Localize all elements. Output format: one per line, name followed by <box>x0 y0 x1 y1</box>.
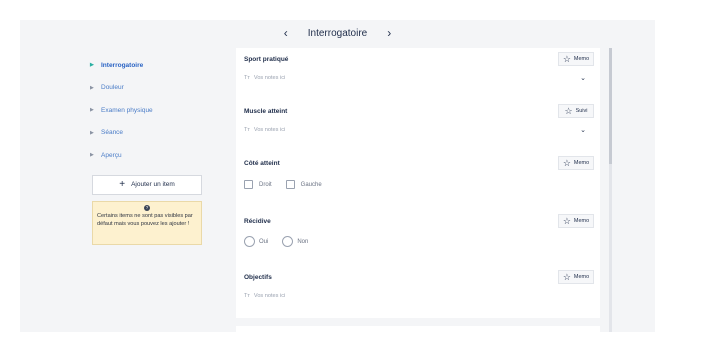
sidebar-item-label: Séance <box>101 129 124 137</box>
notes-input[interactable]: Tт Vos notes ici <box>244 293 285 299</box>
suivi-button[interactable]: ☆ Suivi <box>558 104 594 118</box>
sidebar-item-label: Douleur <box>101 84 124 92</box>
sidebar-item-seance[interactable]: ▶ Séance <box>90 122 205 145</box>
sidebar-item-label: Examen physique <box>101 106 153 114</box>
chevron-right-icon: ▶ <box>90 62 94 69</box>
sidebar-item-apercu[interactable]: ▶ Aperçu <box>90 144 205 167</box>
star-icon: ☆ <box>562 53 571 64</box>
section-heading: Muscle atteint <box>244 108 288 115</box>
checkbox-group: Droit Gauche <box>244 180 336 189</box>
chevron-right-icon[interactable]: › <box>379 26 399 40</box>
section-navigator: ‹ Interrogatoire › <box>20 20 655 46</box>
notes-input[interactable]: Tт Vos notes ici <box>244 75 285 81</box>
chevron-right-icon: ▶ <box>90 129 94 136</box>
section-heading: Côté atteint <box>244 160 280 167</box>
radio-oui[interactable] <box>244 236 255 247</box>
notes-input[interactable]: Tт Vos notes ici <box>244 127 285 133</box>
sidebar-item-label: Aperçu <box>101 151 122 159</box>
radio-label: Non <box>297 238 309 245</box>
star-icon: ☆ <box>562 157 571 168</box>
radio-group: Oui Non <box>244 236 322 247</box>
scrollbar-thumb[interactable] <box>609 48 612 164</box>
text-format-icon: Tт <box>244 75 250 81</box>
star-icon: ☆ <box>564 105 573 116</box>
checkbox-label: Droit <box>259 181 272 188</box>
text-format-icon: Tт <box>244 293 250 299</box>
chevron-down-icon[interactable]: ⌄ <box>580 126 586 134</box>
chevron-left-icon[interactable]: ‹ <box>276 26 296 40</box>
section-recidive: Récidive ☆ Memo Oui Non <box>244 214 594 247</box>
text-format-icon: Tт <box>244 127 250 133</box>
section-muscle-atteint: Muscle atteint ☆ Suivi Tт Vos notes ici … <box>244 104 594 134</box>
section-heading: Récidive <box>244 218 271 225</box>
sidebar: ▶ Interrogatoire ▶ Douleur ▶ Examen phys… <box>90 54 205 245</box>
notes-placeholder: Vos notes ici <box>253 293 286 299</box>
sidebar-item-label: Interrogatoire <box>101 61 144 69</box>
chevron-right-icon: ▶ <box>90 84 94 91</box>
radio-non[interactable] <box>282 236 294 247</box>
memo-button[interactable]: ☆ Memo <box>558 214 594 228</box>
chevron-down-icon[interactable]: ⌄ <box>580 74 586 82</box>
scrollbar[interactable] <box>609 48 612 332</box>
checkbox-label: Gauche <box>300 181 322 188</box>
next-card-edge <box>236 326 600 332</box>
chevron-right-icon: ▶ <box>90 107 94 114</box>
info-note-text: Certains items ne sont pas visibles par … <box>97 212 193 227</box>
sidebar-item-examen-physique[interactable]: ▶ Examen physique <box>90 99 205 122</box>
form-panel: Sport pratiqué ☆ Memo Tт Vos notes ici ⌄… <box>236 48 600 318</box>
section-sport-pratique: Sport pratiqué ☆ Memo Tт Vos notes ici ⌄ <box>244 52 594 82</box>
memo-button[interactable]: ☆ Memo <box>558 156 594 170</box>
sidebar-item-douleur[interactable]: ▶ Douleur <box>90 77 205 100</box>
info-note: ? Certains items ne sont pas visibles pa… <box>92 200 202 245</box>
radio-label: Oui <box>259 238 269 245</box>
checkbox-gauche[interactable] <box>285 180 295 189</box>
notes-placeholder: Vos notes ici <box>253 127 286 133</box>
sidebar-item-interrogatoire[interactable]: ▶ Interrogatoire <box>90 54 205 77</box>
memo-button[interactable]: ☆ Memo <box>558 270 594 284</box>
notes-placeholder: Vos notes ici <box>253 75 286 81</box>
star-icon: ☆ <box>562 215 571 226</box>
app-window: ‹ Interrogatoire › ▶ Interrogatoire ▶ Do… <box>20 20 655 332</box>
add-item-button[interactable]: + Ajouter un item <box>92 174 202 195</box>
chevron-right-icon: ▶ <box>90 152 94 159</box>
plus-icon: + <box>119 179 126 190</box>
add-item-label: Ajouter un item <box>131 181 175 188</box>
section-heading: Objectifs <box>244 274 272 281</box>
info-icon: ? <box>144 204 150 211</box>
section-heading: Sport pratiqué <box>244 56 289 63</box>
section-cote-atteint: Côté atteint ☆ Memo Droit Gauche <box>244 156 594 189</box>
section-title: Interrogatoire <box>307 27 368 39</box>
memo-button[interactable]: ☆ Memo <box>558 52 594 66</box>
star-icon: ☆ <box>562 271 571 282</box>
checkbox-droit[interactable] <box>244 180 253 189</box>
section-objectifs: Objectifs ☆ Memo Tт Vos notes ici <box>244 270 594 299</box>
